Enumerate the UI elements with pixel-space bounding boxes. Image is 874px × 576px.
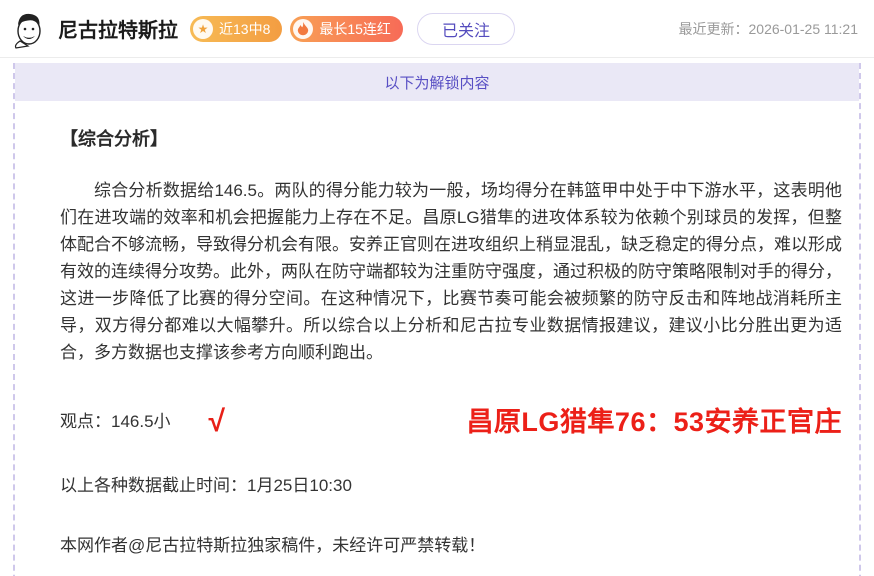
tesla-sketch-icon bbox=[8, 8, 50, 50]
last-update-label: 最近更新： bbox=[679, 21, 749, 37]
author-avatar[interactable] bbox=[8, 8, 50, 50]
analysis-article: 【综合分析】 综合分析数据给146.5。两队的得分能力较为一般，场均得分在韩篮甲… bbox=[15, 101, 859, 576]
streak-badge-label: 最长15连红 bbox=[319, 19, 391, 39]
viewpoint-label-value: 观点：146.5小 bbox=[60, 407, 171, 432]
win-check-icon: √ bbox=[209, 407, 225, 437]
last-update: 最近更新：2026-01-25 11:21 bbox=[679, 19, 859, 39]
streak-badge: 最长15连红 bbox=[290, 16, 403, 42]
unlock-banner: 以下为解锁内容 bbox=[15, 63, 859, 101]
star-icon: ★ bbox=[193, 19, 213, 39]
final-score: 昌原LG猎隼76：53安养正官庄 bbox=[466, 400, 842, 439]
author-name: 尼古拉特斯拉 bbox=[58, 14, 178, 43]
analysis-paragraph: 综合分析数据给146.5。两队的得分能力较为一般，场均得分在韩篮甲中处于中下游水… bbox=[60, 177, 842, 366]
viewpoint-row: 观点：146.5小 √ 昌原LG猎隼76：53安养正官庄 bbox=[60, 400, 842, 439]
copyright-line: 本网作者@尼古拉特斯拉独家稿件，未经许可严禁转载！ bbox=[60, 531, 842, 556]
viewpoint-label: 观点： bbox=[60, 412, 111, 431]
viewpoint-value: 146.5小 bbox=[111, 412, 171, 431]
author-header: 尼古拉特斯拉 ★ 近13中8 最长15连红 已关注 最近更新：2026-01-2… bbox=[0, 0, 874, 58]
flame-icon bbox=[293, 19, 313, 39]
data-cutoff-line: 以上各种数据截止时间：1月25日10:30 bbox=[60, 471, 842, 496]
followed-button[interactable]: 已关注 bbox=[417, 13, 515, 45]
hit-rate-badge: ★ 近13中8 bbox=[190, 16, 282, 42]
hit-rate-badge-label: 近13中8 bbox=[219, 19, 270, 39]
unlocked-content-card: 以下为解锁内容 【综合分析】 综合分析数据给146.5。两队的得分能力较为一般，… bbox=[13, 63, 861, 576]
last-update-time: 2026-01-25 11:21 bbox=[749, 21, 859, 37]
section-title: 【综合分析】 bbox=[60, 125, 842, 151]
unlock-banner-text: 以下为解锁内容 bbox=[384, 72, 489, 93]
